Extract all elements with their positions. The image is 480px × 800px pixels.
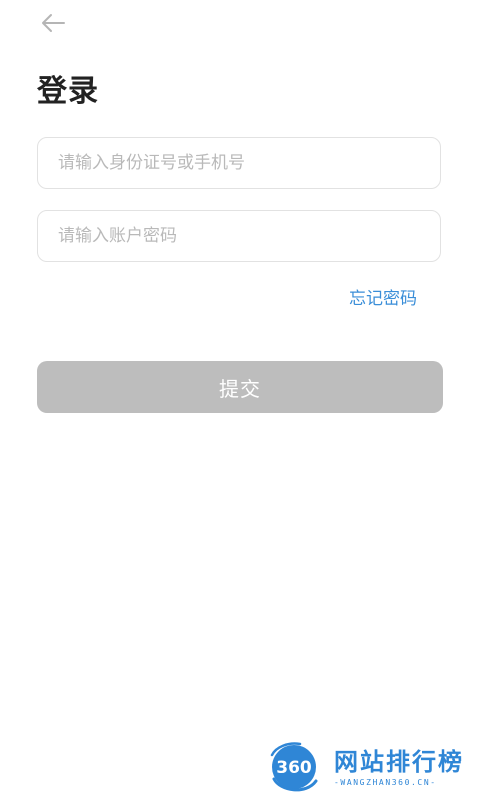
password-field-container	[37, 210, 441, 262]
submit-button[interactable]: 提交	[37, 361, 443, 413]
back-button[interactable]	[36, 10, 70, 40]
watermark-title: 网站排行榜	[334, 747, 464, 776]
id-field-container	[37, 137, 441, 189]
page-title: 登录	[37, 74, 99, 109]
forgot-password-link[interactable]: 忘记密码	[349, 284, 417, 309]
login-page: 登录 忘记密码 提交 360 网站排行榜 -WANGZHAN360.CN-	[0, 0, 480, 800]
watermark-subtitle: -WANGZHAN360.CN-	[334, 777, 437, 787]
watermark-text: 网站排行榜 -WANGZHAN360.CN-	[334, 748, 464, 787]
password-input[interactable]	[38, 211, 440, 261]
id-or-phone-input[interactable]	[38, 138, 440, 188]
logo-text: 360	[276, 758, 312, 778]
arrow-left-icon	[40, 13, 66, 37]
logo-360-icon: 360	[266, 739, 322, 795]
watermark: 360 网站排行榜 -WANGZHAN360.CN-	[266, 738, 476, 796]
